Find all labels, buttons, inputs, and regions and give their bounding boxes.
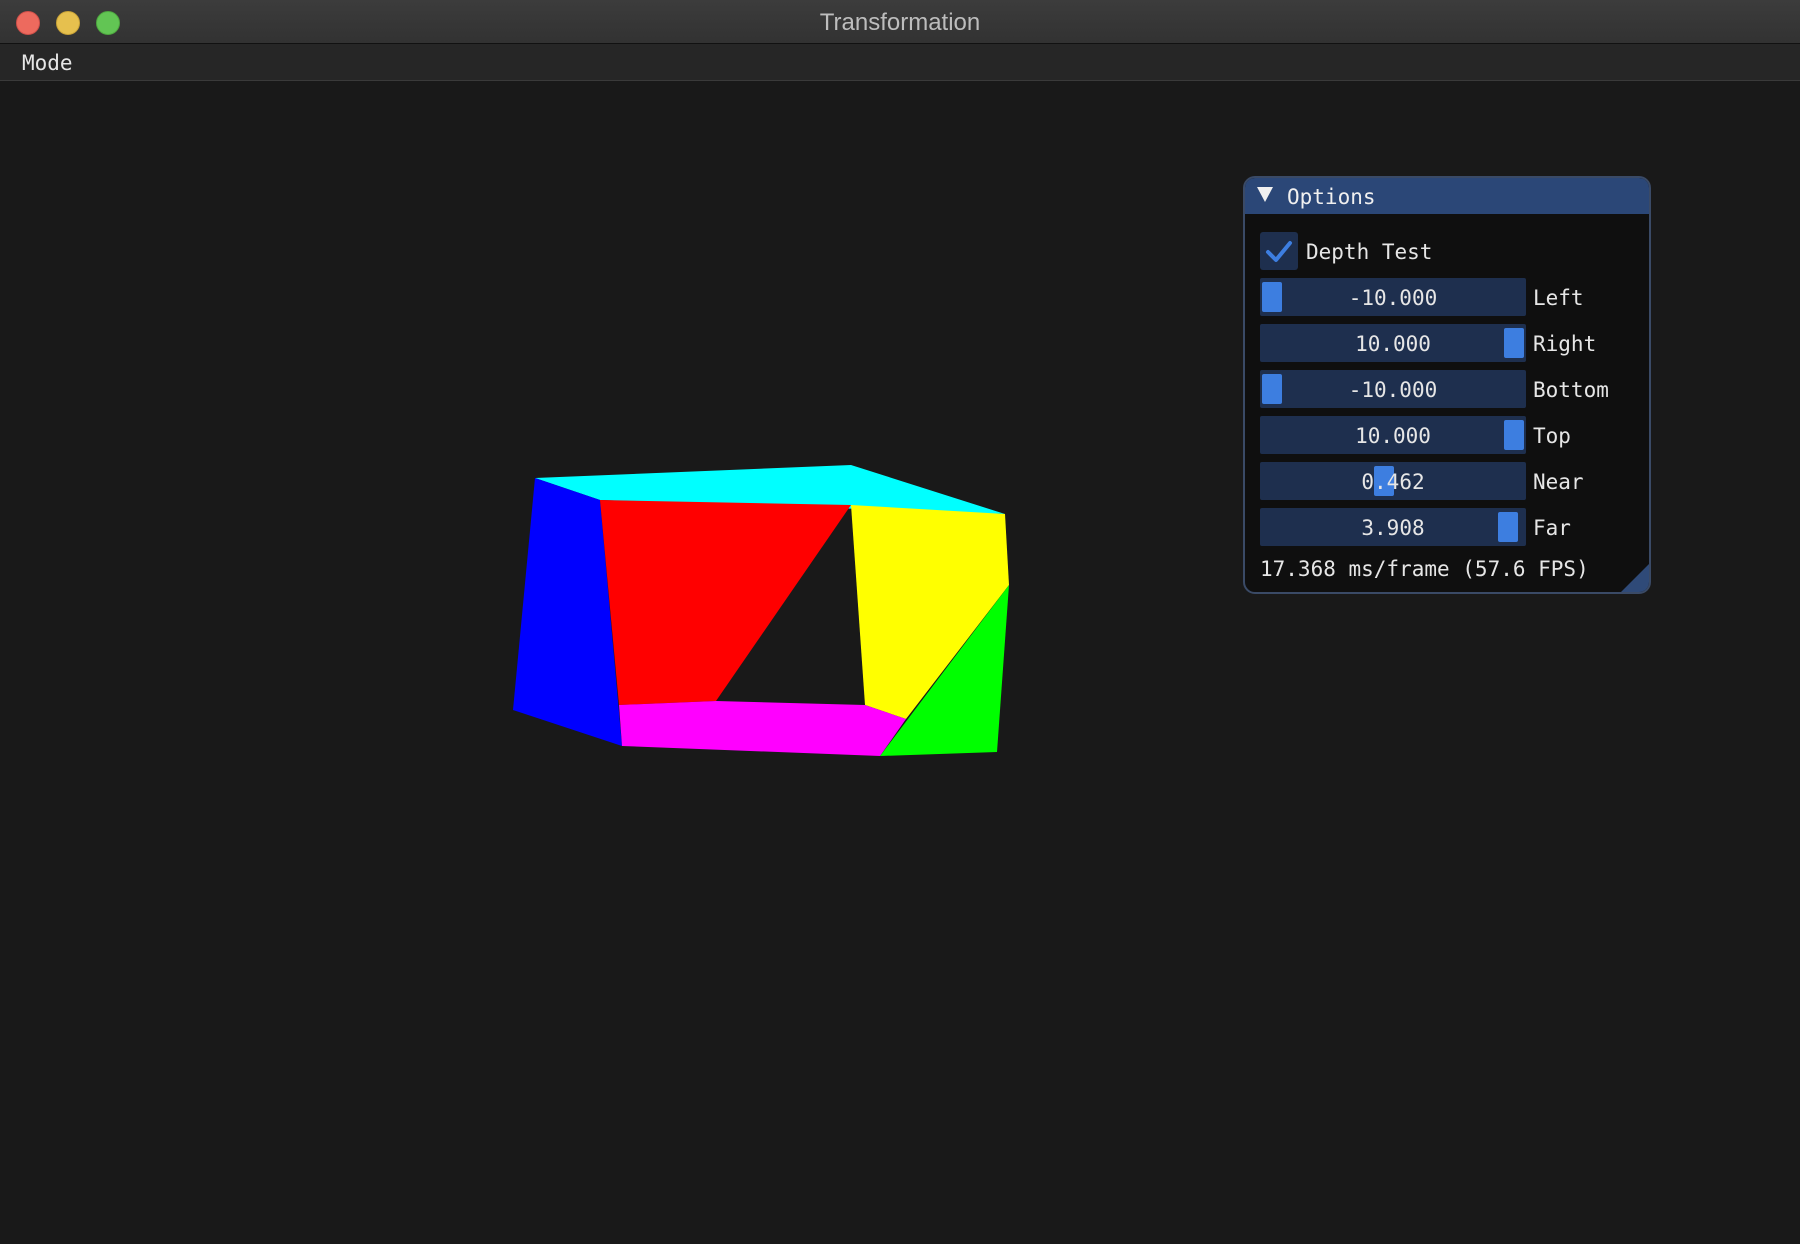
slider-value: -10.000	[1348, 286, 1438, 310]
options-panel: Options Depth Test -10.000 Left 10.000 R…	[1243, 176, 1651, 594]
slider-label: Far	[1533, 516, 1571, 540]
title-bar[interactable]: Transformation	[0, 0, 1800, 44]
menu-bar: Mode	[0, 44, 1800, 81]
slider-value: 10.000	[1355, 332, 1431, 356]
checkmark-icon	[1266, 241, 1292, 262]
far-slider[interactable]: 3.908	[1260, 508, 1526, 546]
slider-label: Bottom	[1533, 378, 1609, 402]
near-slider[interactable]: 0.462	[1260, 462, 1526, 500]
left-slider[interactable]: -10.000	[1260, 278, 1526, 316]
depth-test-checkbox[interactable]	[1260, 232, 1298, 270]
bottom-slider[interactable]: -10.000	[1260, 370, 1526, 408]
menu-mode[interactable]: Mode	[12, 44, 83, 80]
depth-test-label: Depth Test	[1306, 240, 1433, 264]
window-title: Transformation	[819, 9, 981, 36]
app-window: Transformation Mode Options Depth Test -…	[0, 0, 1800, 1244]
slider-value: -10.000	[1348, 378, 1438, 402]
resize-grip-icon[interactable]	[1621, 564, 1649, 592]
right-slider[interactable]: 10.000	[1260, 324, 1526, 362]
top-slider[interactable]: 10.000	[1260, 416, 1526, 454]
cube-face-bottom	[619, 701, 906, 756]
slider-label: Right	[1533, 332, 1597, 356]
slider-value: 10.000	[1355, 424, 1431, 448]
slider-label: Near	[1533, 470, 1584, 494]
slider-value: 3.908	[1361, 516, 1425, 540]
slider-value: 0.462	[1361, 470, 1425, 494]
slider-label: Top	[1533, 424, 1571, 448]
collapse-arrow-icon[interactable]	[1257, 187, 1273, 202]
options-panel-header[interactable]: Options	[1245, 178, 1649, 214]
cube-face-front	[600, 500, 851, 705]
frame-time-readout: 17.368 ms/frame (57.6 FPS)	[1260, 557, 1589, 581]
slider-label: Left	[1533, 286, 1584, 310]
options-panel-title: Options	[1287, 185, 1376, 209]
